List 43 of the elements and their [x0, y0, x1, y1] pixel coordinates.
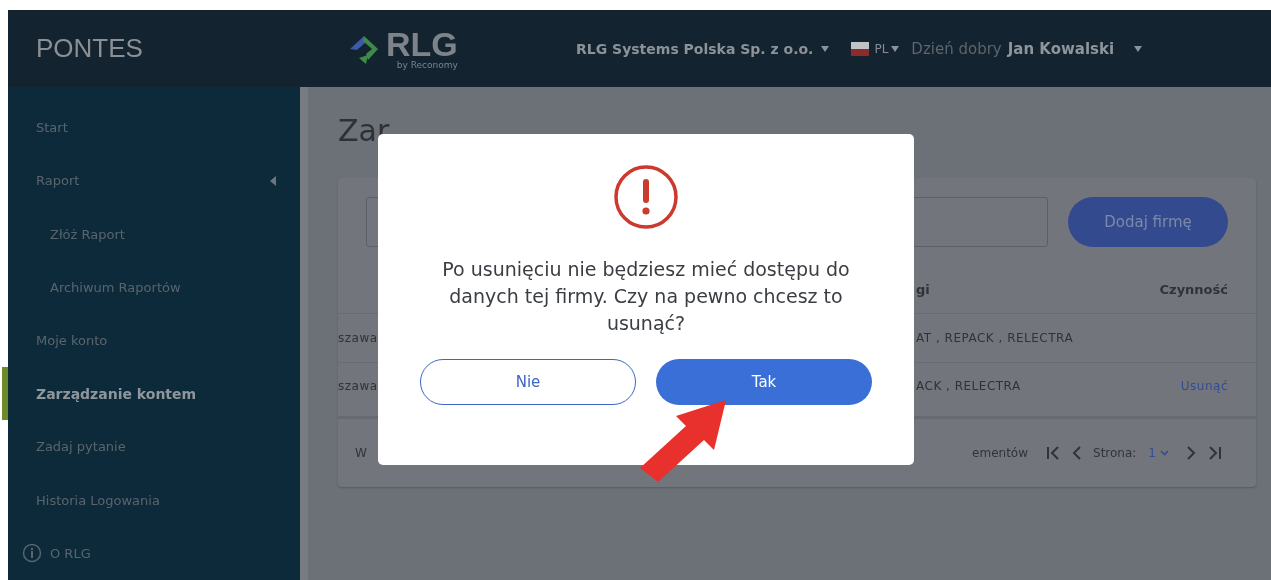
sidebar-item[interactable]: Archiwum Raportów	[2, 260, 300, 314]
scrollbar[interactable]	[300, 87, 308, 580]
cancel-button[interactable]: Nie	[420, 359, 636, 405]
sidebar-item[interactable]: Start	[2, 101, 300, 155]
sidebar-item[interactable]: O RLG	[2, 526, 300, 580]
delete-link[interactable]: Usunąć	[1180, 379, 1256, 394]
user-menu[interactable]: Jan Kowalski	[1007, 39, 1115, 58]
app-name: PONTES	[35, 33, 144, 64]
language-selector[interactable]: PL	[851, 41, 900, 56]
flag-icon	[851, 41, 870, 56]
confirm-button[interactable]: Tak	[656, 359, 872, 405]
table-cell: szawa	[338, 379, 378, 394]
sidebar-item[interactable]: Złóż Raport	[2, 207, 300, 261]
company-selector[interactable]: RLG Systems Polska Sp. z o.o.	[576, 40, 830, 57]
caret-icon	[1134, 45, 1143, 52]
next-page-icon[interactable]	[1187, 446, 1196, 461]
sidebar-item[interactable]: Zadaj pytanie	[2, 420, 300, 474]
sidebar-item[interactable]: Moje konto	[2, 313, 300, 368]
table-cell: szawa	[338, 330, 378, 345]
greeting-text: Dzień dobry	[911, 39, 1002, 58]
previous-page-icon[interactable]	[1072, 446, 1081, 461]
warning-icon	[613, 164, 679, 230]
page-label: Strona:	[1093, 446, 1137, 461]
logo-text: RLG	[386, 27, 458, 60]
first-page-icon[interactable]	[1046, 446, 1060, 461]
column-header: Czynność	[1159, 281, 1229, 297]
sidebar-item[interactable]: Historia Logowania	[2, 473, 300, 527]
table-cell: AT , REPACK , RELECTRA	[916, 330, 1074, 345]
table-cell: ACK , RELECTRA	[916, 379, 1021, 394]
info-icon	[22, 543, 42, 564]
item-count-text: ementów	[972, 446, 1028, 461]
page-select[interactable]: 1	[1148, 446, 1169, 461]
footer-text: W	[355, 446, 367, 461]
caret-icon	[891, 45, 900, 52]
dialog-message: Po usunięciu nie będziesz mieć dostępu do danych tej firmy. Czy na pewno chcesz to usunąć?	[441, 257, 851, 336]
sidebar-item[interactable]: Raport	[2, 154, 300, 208]
logo-subtext: by Reconomy	[396, 59, 458, 70]
chevron-down-icon	[1160, 450, 1169, 457]
last-page-icon[interactable]	[1208, 446, 1222, 461]
add-company-button[interactable]: Dodaj firmę	[1068, 197, 1228, 247]
page-title: Zar	[338, 113, 391, 150]
caret-icon	[821, 45, 830, 52]
column-header: gi	[916, 281, 930, 297]
